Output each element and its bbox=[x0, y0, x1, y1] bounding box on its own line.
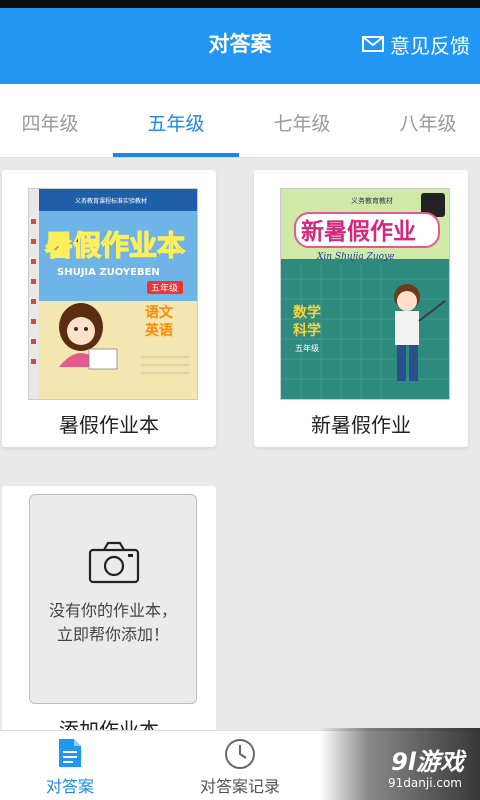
book-grid: 义务教育课程标准实验教材 暑假作业本 SHUJIA ZUOYEBEN 五年级 语… bbox=[0, 158, 480, 730]
cover-grade: 五年级 bbox=[295, 343, 319, 353]
book-cover-image: 义务教育教材 新暑假作业 Xin Shujia Zuoye 数学 科学 五年级 bbox=[280, 188, 450, 400]
book-card[interactable]: 义务教育教材 新暑假作业 Xin Shujia Zuoye 数学 科学 五年级 … bbox=[254, 170, 468, 447]
feedback-button[interactable]: 意见反馈 bbox=[362, 8, 470, 80]
camera-icon bbox=[88, 540, 140, 588]
app-header: 对答案 意见反馈 bbox=[0, 8, 480, 84]
nav-label-answers: 对答案 bbox=[45, 777, 94, 796]
tab-grade-8[interactable]: 八年级 bbox=[370, 84, 480, 158]
book-title[interactable]: 暑假作业本 bbox=[2, 408, 216, 442]
cover-subject-2: 英语 bbox=[144, 322, 173, 339]
status-bar bbox=[0, 0, 480, 8]
feedback-label: 意见反馈 bbox=[390, 33, 470, 58]
cover-subject-1: 数学 bbox=[293, 304, 321, 321]
nav-tab-answers[interactable]: 对答案 bbox=[10, 731, 130, 800]
clock-icon bbox=[223, 737, 257, 775]
cover-subject-2: 科学 bbox=[293, 322, 321, 339]
grade-tabs: 四年级 五年级 七年级 八年级 bbox=[0, 84, 480, 158]
cover-heading: 暑假作业本 bbox=[45, 229, 185, 262]
book-card[interactable]: 义务教育课程标准实验教材 暑假作业本 SHUJIA ZUOYEBEN 五年级 语… bbox=[2, 170, 216, 447]
cover-grade: 五年级 bbox=[151, 282, 178, 294]
add-book-hint: 没有你的作业本， 立即帮你添加！ bbox=[30, 599, 196, 647]
tab-grade-5[interactable]: 五年级 bbox=[113, 84, 239, 158]
add-book-card[interactable]: 没有你的作业本， 立即帮你添加！ 添加作业本 bbox=[2, 486, 216, 730]
cover-series: 义务教育课程标准实验教材 bbox=[75, 197, 147, 205]
cover-pinyin: Xin Shujia Zuoye bbox=[316, 252, 394, 262]
cover-pinyin: SHUJIA ZUOYEBEN bbox=[57, 267, 160, 278]
document-icon bbox=[57, 737, 83, 773]
add-book-label[interactable]: 添加作业本 bbox=[2, 714, 216, 730]
book-cover-image: 义务教育课程标准实验教材 暑假作业本 SHUJIA ZUOYEBEN 五年级 语… bbox=[28, 188, 198, 400]
cover-subject-1: 语文 bbox=[145, 304, 174, 321]
watermark: 9l游戏 91danji.com bbox=[320, 728, 480, 800]
active-tab-indicator bbox=[113, 153, 239, 157]
tab-grade-4[interactable]: 四年级 bbox=[0, 84, 100, 158]
cover-series: 义务教育教材 bbox=[351, 196, 393, 205]
watermark-logo-text: 9l游戏 bbox=[391, 748, 464, 776]
watermark-url: 91danji.com bbox=[388, 776, 462, 790]
add-hint-line2: 立即帮你添加！ bbox=[56, 625, 169, 644]
nav-tab-answer-history[interactable]: 对答案记录 bbox=[178, 731, 302, 800]
add-hint-line1: 没有你的作业本， bbox=[48, 601, 177, 620]
mail-icon bbox=[362, 36, 384, 52]
nav-label-answer-history: 对答案记录 bbox=[199, 777, 280, 796]
cover-heading: 新暑假作业 bbox=[301, 218, 416, 245]
tab-grade-7[interactable]: 七年级 bbox=[242, 84, 362, 158]
book-title[interactable]: 新暑假作业 bbox=[254, 408, 468, 442]
add-book-button[interactable]: 没有你的作业本， 立即帮你添加！ bbox=[29, 494, 197, 704]
